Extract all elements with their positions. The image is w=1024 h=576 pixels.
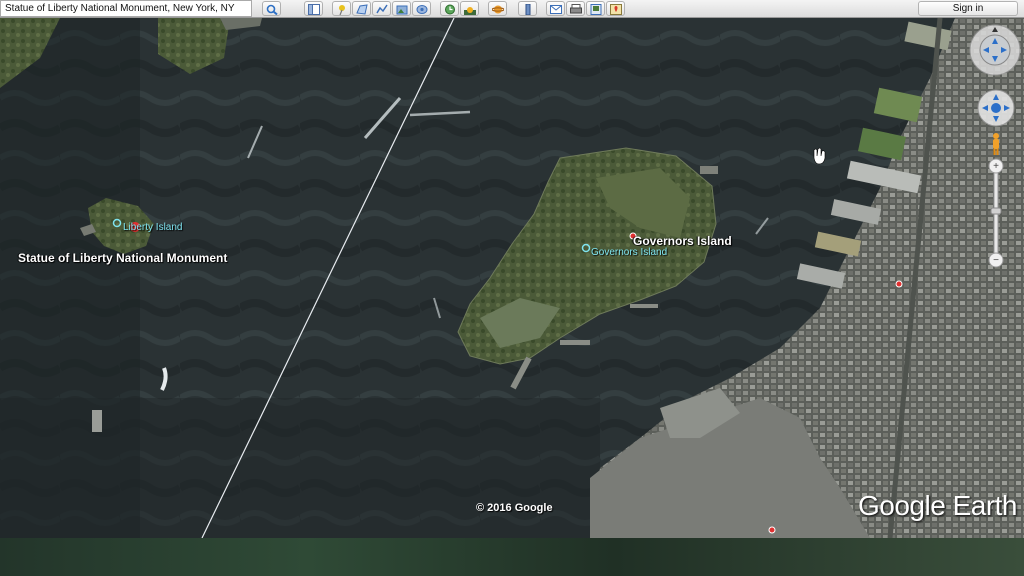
polygon-icon [356,4,368,15]
planet-icon [492,5,504,14]
pan-control[interactable] [976,88,1016,128]
add-polygon-button[interactable] [352,1,371,16]
ruler-icon [525,4,531,15]
tour-icon [416,5,428,14]
printer-icon [570,4,582,14]
zoom-slider[interactable]: + − [988,158,1004,268]
governors-island-sublabel[interactable]: Governors Island [591,247,667,258]
add-path-button[interactable] [372,1,391,16]
maps-icon [610,4,622,15]
image-overlay-icon [396,5,408,15]
switch-to-sky-button[interactable] [488,1,507,16]
governors-island-label[interactable]: Governors Island [633,234,732,248]
add-overlay-button[interactable] [392,1,411,16]
ruler-button[interactable] [518,1,537,16]
add-placemark-button[interactable] [332,1,351,16]
search-input[interactable]: Statue of Liberty National Monument, New… [0,0,252,17]
sidebar-toggle-button[interactable] [304,1,323,16]
sign-in-button[interactable]: Sign in [918,1,1018,16]
google-earth-logo: Google Earth [858,490,1018,521]
clock-icon [445,4,455,15]
svg-text:+: + [993,161,999,172]
brooklyn-placemark-icon[interactable] [895,280,903,288]
search-button[interactable] [262,1,281,16]
hand-cursor-icon [813,147,826,165]
sunlight-button[interactable] [460,1,479,16]
image-save-icon [590,4,602,15]
zoom-handle[interactable] [990,207,1002,215]
satellite-imagery [0,18,1024,538]
record-tour-button[interactable] [412,1,431,16]
magnifier-icon [266,4,278,15]
email-button[interactable] [546,1,565,16]
svg-text:−: − [993,255,999,266]
compass-navigation-ring[interactable] [968,23,1022,77]
red-hook-placemark-icon[interactable] [768,526,776,534]
bottom-imagery-strip [0,538,1024,576]
map-view[interactable]: Liberty Island Statue of Liberty Nationa… [0,18,1024,538]
sun-icon [464,7,476,15]
pushpin-icon [339,5,345,15]
sidebar-icon [308,4,320,15]
envelope-icon [550,5,562,14]
save-image-button[interactable] [586,1,605,16]
path-icon [376,4,388,14]
view-in-maps-button[interactable] [606,1,625,16]
street-view-pegman-icon[interactable] [990,132,1002,156]
statue-of-liberty-label[interactable]: Statue of Liberty National Monument [18,251,227,265]
print-button[interactable] [566,1,585,16]
toolbar: Statue of Liberty National Monument, New… [0,0,1024,18]
copyright-text: © 2016 Google [476,502,553,514]
liberty-island-label[interactable]: Liberty Island [123,222,182,233]
historical-imagery-button[interactable] [440,1,459,16]
